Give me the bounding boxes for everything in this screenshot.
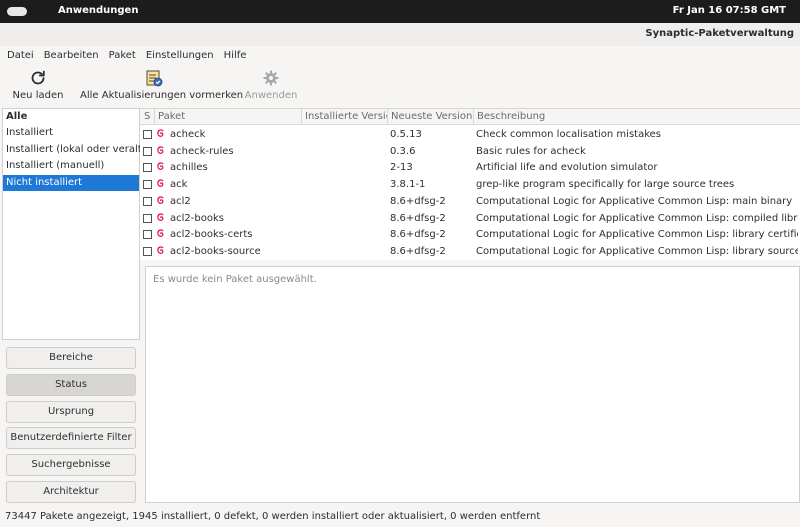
package-description: Basic rules for acheck — [476, 145, 586, 157]
apply-label: Anwenden — [244, 90, 298, 101]
column-latest-version-label: Neueste Version — [391, 111, 473, 122]
package-table: S Paket Installierte Version Neueste Ver… — [140, 108, 800, 260]
app-menu[interactable]: Anwendungen — [58, 5, 138, 16]
filter-item-installed-local-or-obsolete[interactable]: Installiert (lokal oder veraltet) — [3, 142, 156, 159]
window-title: Synaptic-Paketverwaltung — [645, 28, 794, 39]
package-description: grep-like program specifically for large… — [476, 179, 735, 191]
package-description: Computational Logic for Applicative Comm… — [476, 229, 798, 241]
debian-package-icon — [157, 129, 164, 137]
package-name: acheck — [170, 129, 206, 140]
package-name: acl2-books — [170, 212, 224, 224]
column-package-label: Paket — [158, 111, 186, 122]
table-row[interactable]: acl2-books-source 8.6+dfsg-2 Computational… — [140, 243, 800, 260]
activities-indicator[interactable] — [7, 7, 27, 16]
package-name: acl2-books-source — [170, 245, 261, 257]
package-description: Computational Logic for Applicative Comm… — [476, 245, 798, 257]
window-header: Synaptic-Paketverwaltung — [0, 23, 800, 46]
debian-package-icon — [157, 229, 164, 238]
latest-version: 2-13 — [390, 162, 413, 174]
reload-button[interactable]: Neu laden — [8, 68, 68, 106]
mark-checkbox[interactable] — [143, 180, 152, 190]
debian-package-icon — [157, 162, 164, 171]
status-text: 73447 Pakete angezeigt, 1945 installiert… — [5, 511, 541, 522]
table-row[interactable]: acl2-books 8.6+dfsg-2 Computational Logic … — [140, 210, 800, 227]
reload-icon — [8, 68, 68, 88]
column-installed-version-label: Installierte Version — [305, 111, 387, 122]
apply-button[interactable]: Anwenden — [240, 68, 302, 106]
sections-button[interactable]: Bereiche — [6, 347, 136, 369]
package-description: Check common localisation mistakes — [476, 129, 661, 140]
package-description: Computational Logic for Applicative Comm… — [476, 212, 798, 224]
top-bar: Anwendungen Fr Jan 16 07:58 GMT — [0, 0, 800, 23]
architecture-button[interactable]: Architektur — [6, 481, 136, 503]
column-installed-version[interactable]: Installierte Version — [301, 109, 387, 125]
latest-version: 0.5.13 — [390, 129, 422, 140]
debian-package-icon — [157, 146, 164, 154]
debian-package-icon — [157, 212, 164, 221]
menu-einstellungen[interactable]: Einstellungen — [141, 46, 219, 66]
custom-filters-button[interactable]: Benutzerdefinierte Filter — [6, 427, 136, 449]
mark-checkbox[interactable] — [143, 163, 152, 173]
table-row[interactable]: acl2-books-certs 8.6+dfsg-2 Computational … — [140, 226, 800, 243]
column-package[interactable]: Paket — [154, 109, 301, 125]
mark-checkbox[interactable] — [143, 230, 152, 240]
mark-checkbox[interactable] — [143, 146, 152, 156]
package-name: acl2-books-certs — [170, 229, 253, 241]
filter-item-installed[interactable]: Installiert — [3, 125, 139, 142]
latest-version: 3.8.1-1 — [390, 179, 426, 191]
table-row[interactable]: achilles 2-13 Artificial life and evolutio… — [140, 159, 800, 176]
latest-version: 8.6+dfsg-2 — [390, 195, 446, 207]
mark-all-upgrades-button[interactable]: Alle Aktualisierungen vormerken — [80, 68, 244, 106]
search-results-button[interactable]: Suchergebnisse — [6, 454, 136, 476]
menu-paket[interactable]: Paket — [104, 46, 141, 66]
package-name: acl2 — [170, 195, 191, 207]
menubar: Datei Bearbeiten Paket Einstellungen Hil… — [0, 46, 800, 66]
no-package-selected-text: Es wurde kein Paket ausgewählt. — [153, 274, 317, 285]
package-details: Es wurde kein Paket ausgewählt. — [145, 266, 800, 503]
filter-item-not-installed[interactable]: Nicht installiert — [3, 174, 139, 192]
package-description: Artificial life and evolution simulator — [476, 162, 658, 174]
filter-item-installed-manual[interactable]: Installiert (manuell) — [3, 158, 139, 175]
debian-package-icon — [157, 246, 164, 254]
package-name: ack — [170, 179, 188, 191]
mark-all-upgrades-label: Alle Aktualisierungen vormerken — [80, 90, 244, 101]
latest-version: 8.6+dfsg-2 — [390, 212, 446, 224]
menu-hilfe[interactable]: Hilfe — [219, 46, 252, 66]
origin-button[interactable]: Ursprung — [6, 401, 136, 423]
mark-checkbox[interactable] — [143, 130, 152, 139]
clock[interactable]: Fr Jan 16 07:58 GMT — [673, 5, 786, 16]
package-name: achilles — [170, 162, 208, 174]
filter-list-header[interactable]: Alle — [3, 109, 139, 125]
menu-bearbeiten[interactable]: Bearbeiten — [39, 46, 104, 66]
status-button[interactable]: Status — [6, 374, 136, 396]
column-latest-version[interactable]: Neueste Version — [387, 109, 473, 125]
column-description-label: Beschreibung — [477, 111, 546, 122]
table-row[interactable]: acl2 8.6+dfsg-2 Computational Logic for Ap… — [140, 193, 800, 210]
table-header: S Paket Installierte Version Neueste Ver… — [140, 109, 800, 125]
latest-version: 8.6+dfsg-2 — [390, 229, 446, 241]
status-bar: 73447 Pakete angezeigt, 1945 installiert… — [0, 505, 800, 527]
mark-checkbox[interactable] — [143, 246, 152, 256]
reload-label: Neu laden — [12, 90, 64, 101]
latest-version: 8.6+dfsg-2 — [390, 245, 446, 257]
mark-upgrades-icon — [80, 68, 228, 88]
toolbar: Neu laden Alle Aktualisierungen vormerke… — [0, 66, 800, 108]
mark-checkbox[interactable] — [143, 196, 152, 206]
latest-version: 0.3.6 — [390, 145, 416, 157]
menu-datei[interactable]: Datei — [2, 46, 39, 66]
package-description: Computational Logic for Applicative Comm… — [476, 195, 793, 207]
gear-icon — [240, 68, 302, 88]
table-row[interactable]: ack 3.8.1-1 grep-like program specifically… — [140, 176, 800, 193]
table-row[interactable]: acheck-rules 0.3.6 Basic rules for acheck — [140, 143, 800, 160]
filter-list: Alle Installiert Installiert (lokal oder… — [2, 108, 156, 340]
package-name: acheck-rules — [170, 145, 234, 157]
debian-package-icon — [157, 179, 164, 187]
mark-checkbox[interactable] — [143, 213, 152, 223]
column-description[interactable]: Beschreibung — [473, 109, 800, 125]
debian-package-icon — [157, 196, 164, 204]
table-row[interactable]: acheck 0.5.13 Check common localisation mi… — [140, 126, 800, 143]
